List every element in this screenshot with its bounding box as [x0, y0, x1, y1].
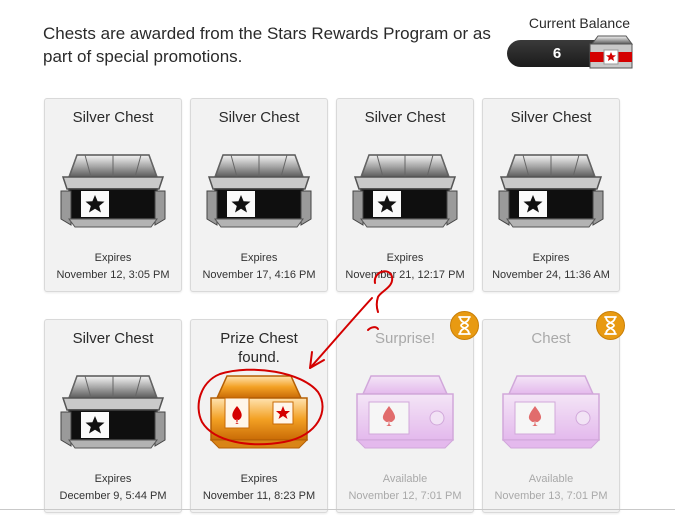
chest-title: Silver Chest: [72, 330, 154, 347]
silver-chest-icon: [55, 368, 171, 452]
expiry-date: November 17, 4:16 PM: [202, 269, 316, 281]
status-label: Expires: [532, 252, 570, 264]
silver-chest-card[interactable]: Silver Chest Expires November 24, 11:36 …: [482, 98, 620, 292]
pink-chest-icon: [347, 368, 463, 452]
hourglass-icon: [450, 311, 479, 340]
expiry-date: November 11, 8:23 PM: [202, 490, 316, 502]
bottom-divider: [0, 509, 675, 510]
status-label: Expires: [386, 252, 424, 264]
expiry-date: November 12, 3:05 PM: [56, 269, 170, 281]
expiry-date: November 24, 11:36 AM: [492, 269, 610, 281]
pink-chest-icon: [493, 368, 609, 452]
intro-text: Chests are awarded from the Stars Reward…: [43, 24, 491, 66]
status-label: Expires: [94, 473, 132, 485]
balance-label: Current Balance: [528, 15, 630, 31]
silver-chest-icon: [55, 147, 171, 231]
status-label: Available: [382, 473, 428, 485]
status-label: Expires: [240, 473, 278, 485]
chest-title: Silver Chest: [364, 109, 446, 126]
chest-title: Silver Chest: [218, 109, 300, 126]
prize-chest-card[interactable]: Prize Chest found. Expires November 11, …: [190, 319, 328, 513]
silver-chest-icon: [347, 147, 463, 231]
hourglass-icon: [596, 311, 625, 340]
silver-chest-card[interactable]: Silver Chest Expires November 17, 4:16 P…: [190, 98, 328, 292]
surprise-chest-card[interactable]: Surprise! Available November 12, 7:01 PM: [336, 319, 474, 513]
available-date: November 12, 7:01 PM: [348, 490, 462, 502]
chest-title: Prize Chest found.: [220, 330, 298, 366]
chest-title: Silver Chest: [72, 109, 154, 126]
silver-chest-icon: [493, 147, 609, 231]
silver-chest-card[interactable]: Silver Chest Expires December 9, 5:44 PM: [44, 319, 182, 513]
chest-balance-icon: [589, 35, 633, 69]
status-label: Expires: [240, 252, 278, 264]
gold-prize-chest-icon: [201, 368, 317, 452]
chest-title: Silver Chest: [510, 109, 592, 126]
silver-chest-icon: [201, 147, 317, 231]
status-label: Expires: [94, 252, 132, 264]
expiry-date: November 21, 12:17 PM: [345, 269, 465, 281]
status-label: Available: [528, 473, 574, 485]
available-date: November 13, 7:01 PM: [494, 490, 608, 502]
expiry-date: December 9, 5:44 PM: [59, 490, 167, 502]
silver-chest-card[interactable]: Silver Chest Expires November 12, 3:05 P…: [44, 98, 182, 292]
silver-chest-card[interactable]: Silver Chest Expires November 21, 12:17 …: [336, 98, 474, 292]
chest-card[interactable]: Chest Available November 13, 7:01 PM: [482, 319, 620, 513]
